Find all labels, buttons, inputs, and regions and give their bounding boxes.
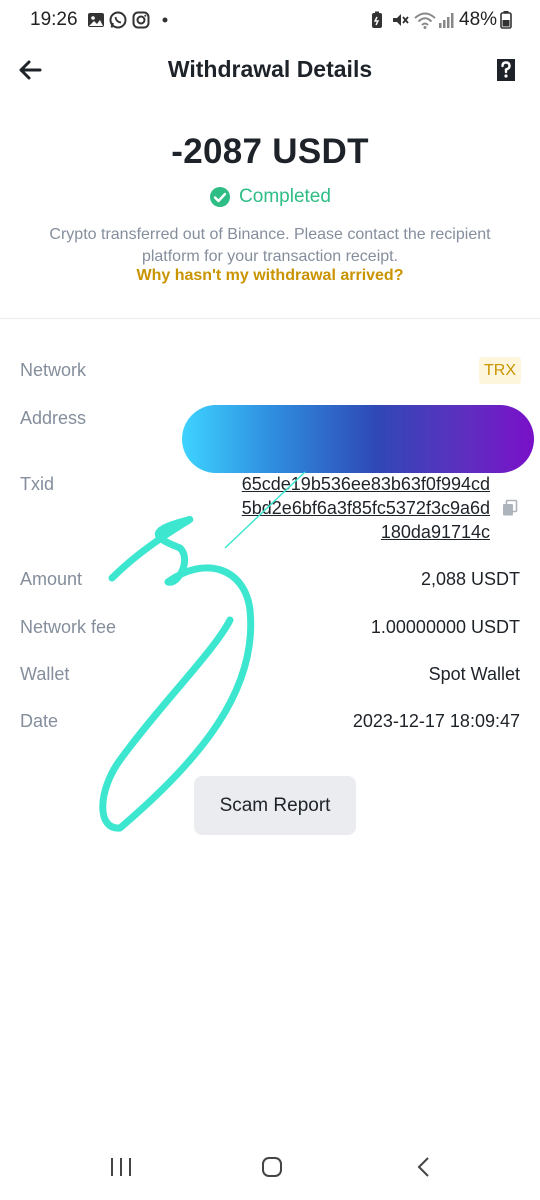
- scam-report-button[interactable]: Scam Report: [194, 776, 356, 835]
- status-row: Completed: [0, 186, 540, 208]
- amount-label: Amount: [20, 569, 83, 589]
- mute-icon: [393, 14, 409, 26]
- copy-icon[interactable]: [501, 499, 519, 517]
- txid-label: Txid: [20, 474, 55, 494]
- txid-line-2[interactable]: 5bd2e6bf6a3f85fc5372f3c9a6d: [242, 498, 490, 519]
- info-text: Crypto transferred out of Binance. Pleas…: [40, 224, 500, 268]
- signal-icon: [439, 13, 454, 28]
- network-badge: TRX: [479, 357, 521, 384]
- gallery-icon: [88, 13, 104, 27]
- address-redaction: [182, 405, 534, 473]
- page-title: Withdrawal Details: [167, 56, 373, 82]
- help-document-icon[interactable]: [492, 56, 520, 84]
- home-icon[interactable]: [260, 1156, 284, 1178]
- nav-back-icon[interactable]: [412, 1155, 436, 1179]
- date-label: Date: [20, 711, 59, 731]
- divider: [0, 318, 540, 319]
- withdrawal-amount: -2087 USDT: [171, 132, 369, 171]
- battery-saver-icon: [372, 11, 382, 28]
- battery-icon: [500, 11, 512, 29]
- info-line-2: platform for your transaction receipt.: [141, 248, 399, 265]
- wallet-label: Wallet: [20, 664, 70, 684]
- battery-percent: 48%: [459, 9, 498, 30]
- check-circle-icon: [210, 187, 231, 207]
- status-time: 19:26: [30, 9, 78, 30]
- wallet-value: Spot Wallet: [428, 664, 520, 684]
- status-label: Completed: [239, 186, 331, 207]
- txid-line-1[interactable]: 65cde19b536ee83b63f0f994cd: [242, 474, 490, 495]
- amount-value: 2,088 USDT: [420, 569, 520, 589]
- network-fee-value: 1.00000000 USDT: [370, 617, 520, 637]
- network-fee-label: Network fee: [20, 617, 117, 637]
- why-not-arrived-link[interactable]: Why hasn't my withdrawal arrived?: [0, 267, 540, 285]
- address-label: Address: [20, 408, 87, 428]
- instagram-icon: [132, 11, 150, 29]
- date-value: 2023-12-17 18:09:47: [352, 711, 520, 731]
- status-bar: 19:26 48%: [0, 0, 540, 40]
- wifi-icon: [414, 12, 436, 29]
- dot-icon: [162, 17, 168, 23]
- info-line-1: Crypto transferred out of Binance. Pleas…: [49, 226, 491, 243]
- whatsapp-icon: [109, 11, 127, 29]
- scribble-overlay: [99, 471, 306, 832]
- txid-line-3[interactable]: 180da91714c: [381, 522, 490, 543]
- recent-apps-icon[interactable]: [108, 1156, 134, 1178]
- network-label: Network: [20, 360, 87, 380]
